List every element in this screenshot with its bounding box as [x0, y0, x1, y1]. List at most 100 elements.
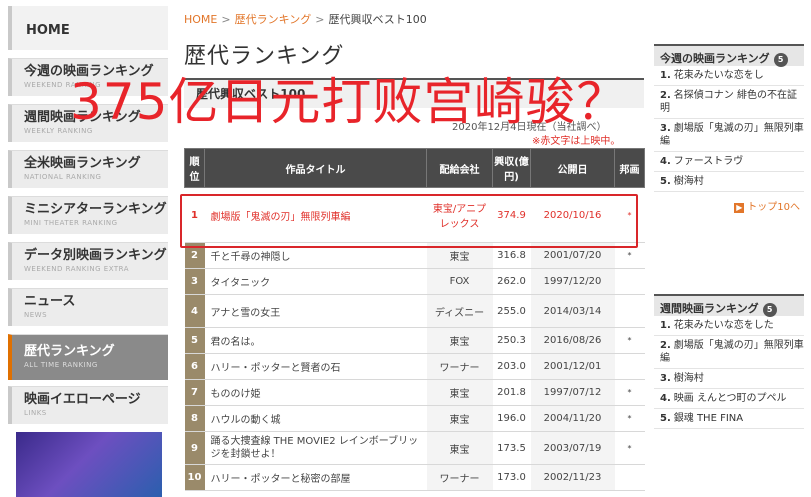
sidebar-item-all-time-ranking[interactable]: 歴代ランキング ALL TIME RANKING: [8, 334, 168, 380]
gross-cell: 196.0: [492, 405, 531, 432]
list-title: ファーストラヴ: [673, 156, 744, 167]
title-link[interactable]: ハリー・ポッターと秘密の部屋: [204, 464, 427, 491]
distributor-cell: 東宝: [426, 431, 493, 465]
date-cell: 1997/07/12: [530, 379, 615, 406]
list-item[interactable]: 3. 劇場版「鬼滅の刃」無限列車編: [654, 119, 804, 152]
sidebar-item-mini-theater-ranking[interactable]: ミニシアターランキング MINI THEATER RANKING: [8, 196, 168, 234]
sidebar-item-sublabel: MINI THEATER RANKING: [24, 219, 118, 227]
sidebar-item-home[interactable]: HOME: [8, 6, 168, 50]
gross-cell: 201.8: [492, 379, 531, 406]
distributor-cell: ワーナー: [426, 353, 493, 380]
top10-link-label: トップ10へ: [747, 202, 800, 213]
table-row: 9 踊る大捜査線 THE MOVIE2 レインボーブリッジを封鎖せよ！ 東宝 1…: [184, 431, 645, 465]
sidebar-item-links[interactable]: 映画イエローページ LINKS: [8, 386, 168, 424]
title-link[interactable]: 踊る大捜査線 THE MOVIE2 レインボーブリッジを封鎖せよ！: [204, 431, 427, 465]
sidebar-item-label: ニュース: [24, 294, 76, 309]
list-title: 樹海村: [673, 176, 704, 187]
weekly-ranking-box: 週間映画ランキング 5 1. 花束みたいな恋をした 2. 劇場版「鬼滅の刃」無限列車編…: [654, 294, 804, 429]
breadcrumb-current: 歴代興収ベスト100: [328, 13, 427, 26]
sidebar-item-news[interactable]: ニュース NEWS: [8, 288, 168, 326]
list-title: 花束みたいな恋をした: [673, 320, 774, 331]
list-item[interactable]: 1. 花束みたいな恋をし: [654, 66, 804, 86]
japanese-mark-cell: [614, 294, 645, 328]
sidebar-item-data-ranking[interactable]: データ別映画ランキング WEEKEND RANKING EXTRA: [8, 242, 168, 280]
date-cell: 1997/12/20: [530, 268, 615, 295]
list-rank: 4.: [660, 393, 671, 404]
date-cell: 2001/12/01: [530, 353, 615, 380]
title-link[interactable]: ハウルの動く城: [204, 405, 427, 432]
japanese-mark-cell: *: [614, 327, 645, 354]
top5-badge-icon: 5: [762, 303, 777, 317]
list-item[interactable]: 3. 樹海村: [654, 369, 804, 389]
list-title: 名探偵コナン 緋色の不在証明: [660, 90, 797, 114]
title-link[interactable]: タイタニック: [204, 268, 427, 295]
date-cell: 2002/11/23: [530, 464, 615, 491]
distributor-cell: 東宝: [426, 379, 493, 406]
weekly-ranking-title: 週間映画ランキング: [660, 302, 759, 315]
date-cell: 2016/08/26: [530, 327, 615, 354]
title-link[interactable]: アナと雪の女王: [204, 294, 427, 328]
table-row: 5 君の名は。 東宝 250.3 2016/08/26 *: [184, 327, 645, 354]
gross-cell: 173.5: [492, 431, 531, 465]
weekly-ranking-header: 週間映画ランキング 5: [654, 294, 804, 317]
list-rank: 2.: [660, 90, 671, 101]
weekend-ranking-header: 今週の映画ランキング 5: [654, 44, 804, 67]
title-link[interactable]: ハリー・ポッターと賢者の石: [204, 353, 427, 380]
list-item[interactable]: 5. 樹海村: [654, 172, 804, 192]
breadcrumb-section-link[interactable]: 歴代ランキング: [235, 13, 312, 26]
now-showing-note: ※赤文字は上映中。: [532, 136, 621, 147]
date-cell: 2004/11/20: [530, 405, 615, 432]
table-row: 6 ハリー・ポッターと賢者の石 ワーナー 203.0 2001/12/01: [184, 353, 645, 380]
gross-cell: 250.3: [492, 327, 531, 354]
sidebar-banner-image[interactable]: [16, 432, 162, 497]
sidebar-item-national-ranking[interactable]: 全米映画ランキング NATIONAL RANKING: [8, 150, 168, 188]
rank-cell: 5: [184, 327, 205, 354]
list-item[interactable]: 4. ファーストラヴ: [654, 152, 804, 172]
list-item[interactable]: 1. 花束みたいな恋をした: [654, 316, 804, 336]
list-rank: 5.: [660, 413, 671, 424]
list-item[interactable]: 2. 名探偵コナン 緋色の不在証明: [654, 86, 804, 119]
sidebar-item-sublabel: LINKS: [24, 409, 47, 417]
weekend-ranking-title: 今週の映画ランキング: [660, 52, 770, 65]
highlight-frame: [180, 194, 638, 248]
list-item[interactable]: 5. 銀魂 THE FINA: [654, 409, 804, 429]
col-header-title: 作品タイトル: [204, 148, 427, 188]
list-item[interactable]: 2. 劇場版「鬼滅の刃」無限列車編: [654, 336, 804, 369]
list-rank: 1.: [660, 320, 671, 331]
title-link[interactable]: もののけ姫: [204, 379, 427, 406]
gross-cell: 262.0: [492, 268, 531, 295]
sidebar-item-label: ミニシアターランキング: [24, 202, 167, 217]
list-rank: 4.: [660, 156, 671, 167]
arrow-right-icon: ▶: [734, 203, 745, 213]
japanese-mark-cell: *: [614, 405, 645, 432]
title-link[interactable]: 君の名は。: [204, 327, 427, 354]
gross-cell: 255.0: [492, 294, 531, 328]
table-row: 3 タイタニック FOX 262.0 1997/12/20: [184, 268, 645, 295]
col-header-distributor: 配給会社: [426, 148, 493, 188]
japanese-mark-cell: [614, 353, 645, 380]
list-item[interactable]: 4. 映画 えんとつ町のプペル: [654, 389, 804, 409]
breadcrumb-separator: >: [315, 13, 325, 26]
distributor-cell: ディズニー: [426, 294, 493, 328]
sidebar-item-sublabel: WEEKEND RANKING EXTRA: [24, 265, 130, 273]
top10-link[interactable]: ▶ トップ10へ: [654, 192, 804, 219]
sidebar-item-sublabel: ALL TIME RANKING: [24, 361, 98, 369]
list-title: 劇場版「鬼滅の刃」無限列車編: [660, 123, 804, 147]
list-title: 銀魂 THE FINA: [673, 413, 744, 424]
rank-cell: 9: [184, 431, 205, 465]
sidebar-item-label: 全米映画ランキング: [24, 156, 141, 171]
gross-cell: 173.0: [492, 464, 531, 491]
rank-cell: 3: [184, 268, 205, 295]
japanese-mark-cell: *: [614, 431, 645, 465]
list-title: 樹海村: [673, 373, 704, 384]
distributor-cell: FOX: [426, 268, 493, 295]
list-title: 映画 えんとつ町のプペル: [673, 393, 787, 404]
table-header-row: 順位 作品タイトル 配給会社 興収(億円) 公開日 邦画: [184, 148, 645, 188]
breadcrumb-home-link[interactable]: HOME: [184, 13, 217, 26]
col-header-gross: 興収(億円): [492, 148, 531, 188]
sidebar-item-label: 歴代ランキング: [24, 344, 115, 359]
sidebar-item-label: 映画イエローページ: [24, 392, 141, 407]
distributor-cell: ワーナー: [426, 464, 493, 491]
top5-badge-icon: 5: [773, 53, 788, 67]
rank-cell: 10: [184, 464, 205, 491]
